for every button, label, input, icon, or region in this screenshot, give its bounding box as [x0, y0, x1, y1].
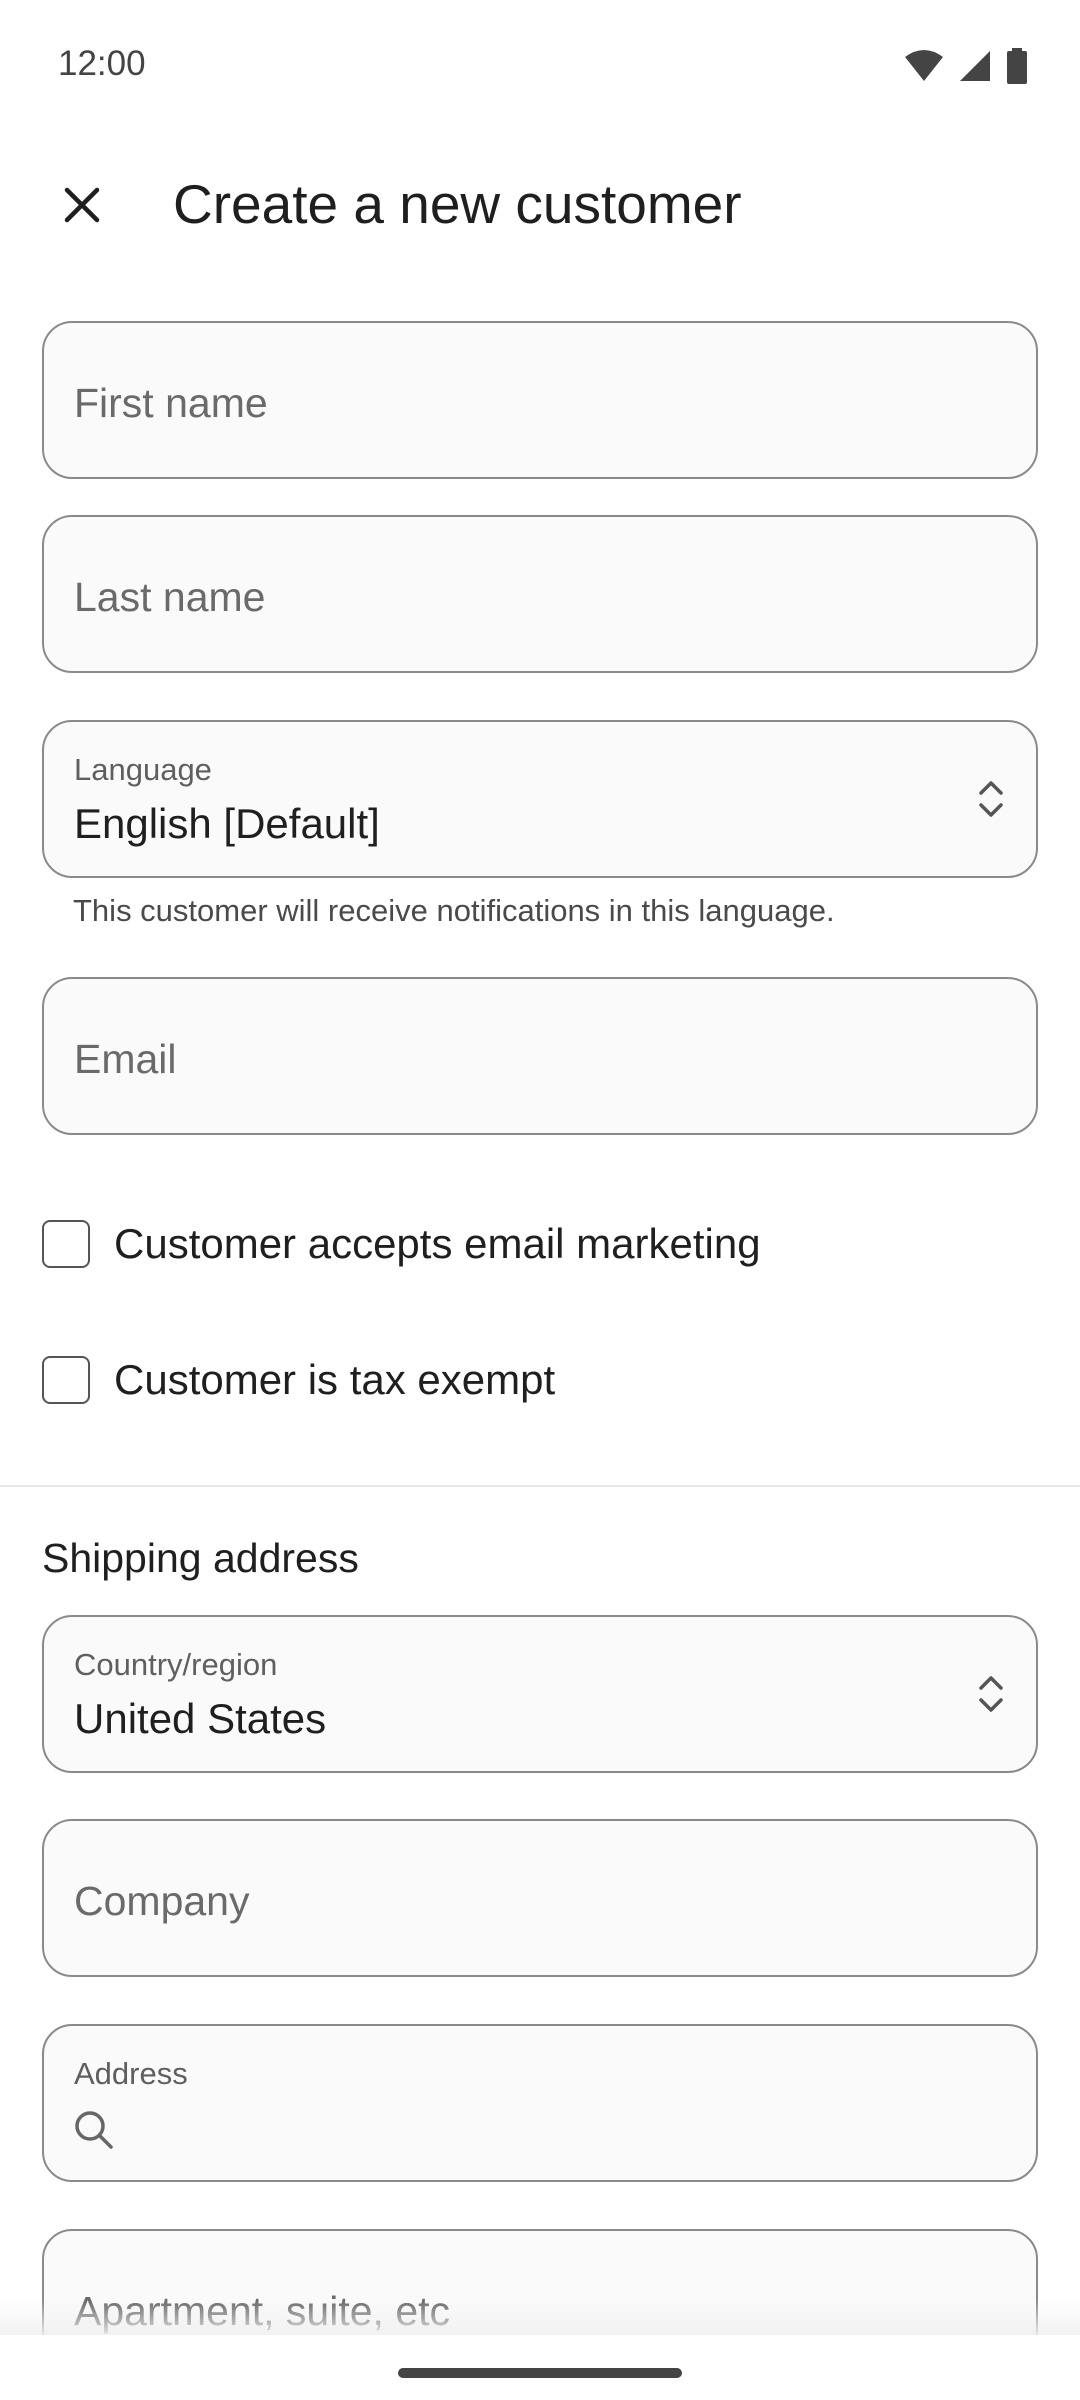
last-name-field[interactable]: Last name [42, 515, 1038, 673]
chevron-up-down-icon [979, 1676, 1003, 1712]
country-select[interactable]: Country/region United States [42, 1615, 1038, 1773]
signal-icon [960, 51, 990, 81]
country-value: United States [74, 1695, 327, 1742]
search-icon [75, 2111, 113, 2149]
app-bar: Create a new customer [0, 140, 1080, 270]
bottom-fade [0, 2300, 1080, 2340]
chevron-up-down-icon [979, 781, 1003, 817]
company-placeholder: Company [74, 1878, 250, 1924]
tax-exempt-checkbox-row[interactable]: Customer is tax exempt [42, 1350, 555, 1410]
page-title: Create a new customer [173, 173, 742, 235]
first-name-field[interactable]: First name [42, 321, 1038, 479]
language-select[interactable]: Language English [Default] [42, 720, 1038, 878]
address-label: Address [74, 2056, 188, 2091]
wifi-icon [905, 50, 943, 81]
battery-icon [1007, 48, 1027, 84]
status-icons [904, 48, 1028, 84]
tax-exempt-label: Customer is tax exempt [114, 1356, 556, 1403]
first-name-placeholder: First name [74, 380, 268, 426]
close-button[interactable] [42, 165, 122, 245]
close-icon [64, 187, 100, 223]
shipping-section-title: Shipping address [42, 1535, 359, 1581]
language-helper-text: This customer will receive notifications… [73, 893, 835, 928]
language-label: Language [74, 752, 212, 787]
language-value: English [Default] [74, 800, 380, 847]
email-marketing-checkbox-row[interactable]: Customer accepts email marketing [42, 1214, 761, 1274]
address-field[interactable]: Address [42, 2024, 1038, 2182]
status-bar: 12:00 [0, 0, 1080, 130]
tax-exempt-checkbox[interactable] [42, 1356, 90, 1404]
home-gesture-handle[interactable] [398, 2368, 682, 2378]
navigation-bar [0, 2335, 1080, 2400]
status-time: 12:00 [58, 44, 146, 83]
email-placeholder: Email [74, 1036, 177, 1082]
section-divider [0, 1485, 1080, 1487]
company-field[interactable]: Company [42, 1819, 1038, 1977]
country-label: Country/region [74, 1647, 278, 1682]
email-marketing-label: Customer accepts email marketing [114, 1220, 761, 1267]
last-name-placeholder: Last name [74, 574, 266, 620]
email-marketing-checkbox[interactable] [42, 1220, 90, 1268]
email-field[interactable]: Email [42, 977, 1038, 1135]
